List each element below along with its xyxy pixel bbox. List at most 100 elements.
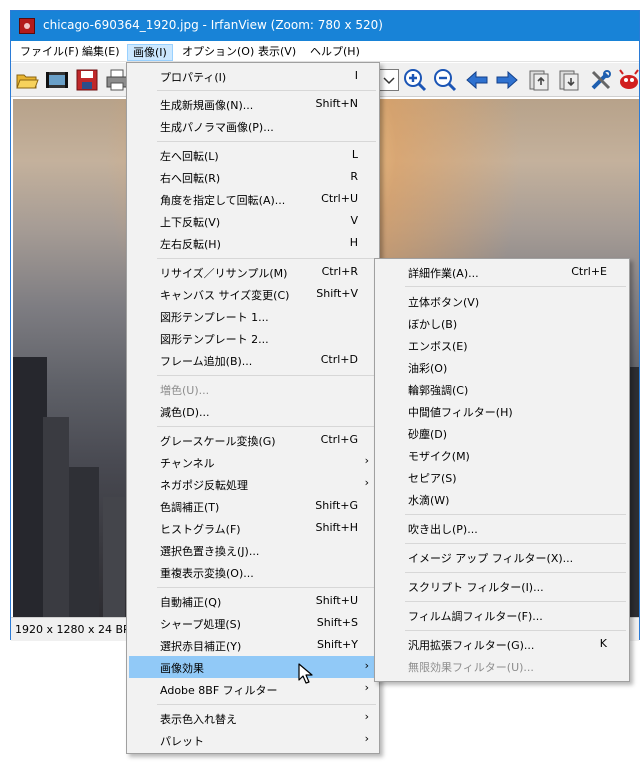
zoom-dropdown[interactable] (379, 69, 399, 91)
image-menu-item-15[interactable]: グレースケール変換(G) Ctrl+G (129, 429, 377, 451)
menu-edit[interactable]: 編集(E) (77, 44, 125, 61)
menu-item-label: 画像効果 (160, 662, 204, 675)
submenu-arrow-icon: › (364, 710, 369, 723)
image-menu-item-28[interactable]: パレット › (129, 729, 377, 751)
menu-item-label: 詳細作業(A)... (408, 267, 479, 280)
effects-submenu-item-5[interactable]: 輪郭強調(C) (377, 378, 627, 400)
effects-submenu-item-1[interactable]: 立体ボタン(V) (377, 290, 627, 312)
menu-item-label: 生成パノラマ画像(P)... (160, 121, 274, 134)
image-menu-item-7[interactable]: 左右反転(H) H (129, 232, 377, 254)
menu-item-shortcut: H (349, 236, 358, 249)
image-menu-item-8[interactable]: リサイズ／リサンプル(M) Ctrl+R (129, 261, 377, 283)
image-menu-item-17[interactable]: ネガポジ反転処理 › (129, 473, 377, 495)
menu-options[interactable]: オプション(O) (177, 44, 259, 61)
effects-submenu-item-8[interactable]: モザイク(M) (377, 444, 627, 466)
image-menu-item-3[interactable]: 左へ回転(L) L (129, 144, 377, 166)
image-menu-item-13: 増色(U)... (129, 378, 377, 400)
image-menu-item-16[interactable]: チャンネル › (129, 451, 377, 473)
menu-item-shortcut: K (599, 637, 607, 650)
menu-item-label: 自動補正(Q) (160, 596, 222, 609)
zoom-out-icon[interactable] (433, 68, 457, 92)
image-menu-item-10[interactable]: 図形テンプレート 1... (129, 305, 377, 327)
image-menu-item-11[interactable]: 図形テンプレート 2... (129, 327, 377, 349)
menu-separator (405, 543, 626, 544)
menu-item-label: 角度を指定して回転(A)... (160, 194, 286, 207)
menu-separator (405, 630, 626, 631)
image-menu-item-6[interactable]: 上下反転(V) V (129, 210, 377, 232)
menu-view[interactable]: 表示(V) (253, 44, 301, 61)
menu-item-label: 無限効果フィルター(U)... (408, 661, 534, 674)
slideshow-icon[interactable] (45, 68, 69, 92)
last-file-icon[interactable] (557, 68, 581, 92)
menu-file[interactable]: ファイル(F) (15, 44, 84, 61)
menu-item-label: シャープ処理(S) (160, 618, 241, 631)
effects-submenu-item-10[interactable]: 水滴(W) (377, 488, 627, 510)
irfanview-app-icon[interactable] (19, 18, 35, 34)
open-folder-icon[interactable] (15, 68, 39, 92)
menu-image[interactable]: 画像(I) (127, 44, 173, 61)
menu-help[interactable]: ヘルプ(H) (305, 44, 365, 61)
image-menu-item-5[interactable]: 角度を指定して回転(A)... Ctrl+U (129, 188, 377, 210)
image-menu-item-9[interactable]: キャンバス サイズ変更(C) Shift+V (129, 283, 377, 305)
image-effects-submenu: 詳細作業(A)... Ctrl+E 立体ボタン(V) ぼかし(B) エンボス(E) 油彩(… (374, 258, 630, 682)
image-menu-item-12[interactable]: フレーム追加(B)... Ctrl+D (129, 349, 377, 371)
menu-item-shortcut: Shift+V (316, 287, 358, 300)
menu-item-label: セピア(S) (408, 472, 457, 485)
menu-item-label: 吹き出し(P)... (408, 523, 478, 536)
first-file-icon[interactable] (527, 68, 551, 92)
next-arrow-icon[interactable] (495, 68, 519, 92)
options-tools-icon[interactable] (589, 68, 613, 92)
zoom-in-icon[interactable] (403, 68, 427, 92)
effects-submenu-item-14[interactable]: フィルム調フィルター(F)... (377, 604, 627, 626)
menu-item-label: スクリプト フィルター(I)... (408, 581, 544, 594)
submenu-arrow-icon: › (364, 454, 369, 467)
effects-submenu-item-3[interactable]: エンボス(E) (377, 334, 627, 356)
image-menu-item-24[interactable]: 選択赤目補正(Y) Shift+Y (129, 634, 377, 656)
image-menu-item-20[interactable]: 選択色置き換え(J)... (129, 539, 377, 561)
previous-arrow-icon[interactable] (465, 68, 489, 92)
effects-submenu-item-16: 無限効果フィルター(U)... (377, 655, 627, 677)
effects-submenu-item-9[interactable]: セピア(S) (377, 466, 627, 488)
image-menu-item-14[interactable]: 減色(D)... (129, 400, 377, 422)
effects-submenu-item-7[interactable]: 砂塵(D) (377, 422, 627, 444)
about-icon[interactable] (617, 68, 640, 92)
image-menu-item-0[interactable]: プロパティ(I) I (129, 65, 377, 87)
menu-item-label: 油彩(O) (408, 362, 448, 375)
menu-item-label: 立体ボタン(V) (408, 296, 480, 309)
image-menu-item-23[interactable]: シャープ処理(S) Shift+S (129, 612, 377, 634)
image-menu-item-4[interactable]: 右へ回転(R) R (129, 166, 377, 188)
menu-separator (157, 426, 376, 427)
submenu-arrow-icon: › (364, 659, 369, 672)
effects-submenu-item-12[interactable]: イメージ アップ フィルター(X)... (377, 546, 627, 568)
image-menu-item-22[interactable]: 自動補正(Q) Shift+U (129, 590, 377, 612)
menu-item-label: 左右反転(H) (160, 238, 221, 251)
image-menu-item-1[interactable]: 生成新規画像(N)... Shift+N (129, 93, 377, 115)
effects-submenu-item-15[interactable]: 汎用拡張フィルター(G)... K (377, 633, 627, 655)
submenu-arrow-icon: › (364, 681, 369, 694)
effects-submenu-item-4[interactable]: 油彩(O) (377, 356, 627, 378)
menu-item-shortcut: Ctrl+R (321, 265, 358, 278)
title-bar: chicago-690364_1920.jpg - IrfanView (Zoo… (11, 11, 639, 41)
image-menu-item-21[interactable]: 重複表示変換(O)... (129, 561, 377, 583)
mouse-cursor-icon (298, 663, 313, 684)
menu-item-shortcut: Ctrl+D (320, 353, 358, 366)
menu-item-shortcut: L (351, 148, 358, 161)
menu-item-shortcut: Shift+U (315, 594, 358, 607)
menu-item-label: エンボス(E) (408, 340, 468, 353)
effects-submenu-item-2[interactable]: ぼかし(B) (377, 312, 627, 334)
effects-submenu-item-0[interactable]: 詳細作業(A)... Ctrl+E (377, 261, 627, 283)
menu-item-label: キャンバス サイズ変更(C) (160, 289, 290, 302)
save-icon[interactable] (75, 68, 99, 92)
image-menu-item-2[interactable]: 生成パノラマ画像(P)... (129, 115, 377, 137)
effects-submenu-item-11[interactable]: 吹き出し(P)... (377, 517, 627, 539)
effects-submenu-item-13[interactable]: スクリプト フィルター(I)... (377, 575, 627, 597)
effects-submenu-item-6[interactable]: 中間値フィルター(H) (377, 400, 627, 422)
image-menu-item-18[interactable]: 色調補正(T) Shift+G (129, 495, 377, 517)
menu-item-label: チャンネル (160, 457, 215, 470)
image-menu-item-25[interactable]: 画像効果 › (129, 656, 377, 678)
menu-bar: ファイル(F) 編集(E) 画像(I) オプション(O) 表示(V) ヘルプ(H… (11, 41, 639, 62)
image-menu-item-26[interactable]: Adobe 8BF フィルター › (129, 678, 377, 700)
menu-item-label: 左へ回転(L) (160, 150, 219, 163)
image-menu-item-27[interactable]: 表示色入れ替え › (129, 707, 377, 729)
image-menu-item-19[interactable]: ヒストグラム(F) Shift+H (129, 517, 377, 539)
